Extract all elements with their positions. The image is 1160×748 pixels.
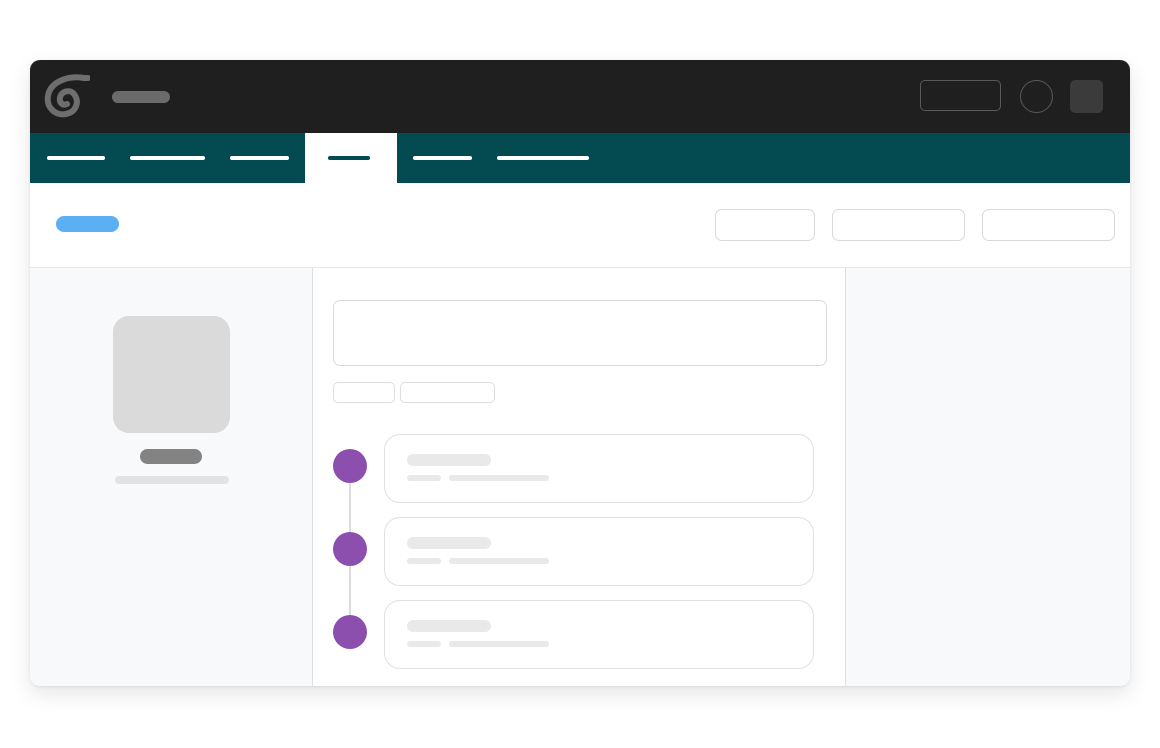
timeline-card-title bbox=[407, 537, 491, 549]
toolbar-button-2[interactable] bbox=[832, 209, 965, 241]
profile-image-placeholder[interactable] bbox=[113, 316, 230, 433]
nav-tab-2[interactable] bbox=[120, 133, 220, 183]
timeline-card[interactable] bbox=[384, 517, 814, 586]
timeline-card-title bbox=[407, 454, 491, 466]
profile-name bbox=[140, 449, 202, 464]
timeline-card[interactable] bbox=[384, 600, 814, 669]
nav-tab-label bbox=[413, 156, 472, 160]
page-toolbar bbox=[30, 183, 1130, 268]
main-nav bbox=[30, 133, 1130, 183]
nav-tab-3[interactable] bbox=[220, 133, 305, 183]
composer-input[interactable] bbox=[333, 300, 827, 366]
nav-tab-4-active[interactable] bbox=[305, 133, 397, 183]
spiral-logo-icon[interactable] bbox=[44, 74, 90, 118]
toolbar-button-3[interactable] bbox=[982, 209, 1115, 241]
nav-tab-label bbox=[47, 156, 105, 160]
header-action-button[interactable] bbox=[920, 80, 1001, 111]
nav-tab-6[interactable] bbox=[481, 133, 601, 183]
profile-subtitle bbox=[115, 476, 229, 484]
nav-tab-label bbox=[497, 156, 589, 160]
app-title bbox=[112, 91, 170, 103]
nav-tab-label bbox=[230, 156, 289, 160]
nav-tab-5[interactable] bbox=[397, 133, 481, 183]
toolbar-button-1[interactable] bbox=[715, 209, 815, 241]
composer-chip-1[interactable] bbox=[333, 382, 395, 403]
timeline-card-meta bbox=[407, 558, 441, 564]
app-window bbox=[30, 60, 1130, 686]
timeline-dot bbox=[333, 449, 367, 483]
nav-tab-1[interactable] bbox=[30, 133, 120, 183]
square-menu-icon[interactable] bbox=[1070, 80, 1103, 113]
right-sidebar bbox=[846, 268, 1130, 686]
user-avatar-icon[interactable] bbox=[1020, 80, 1053, 113]
nav-tab-label bbox=[130, 156, 205, 160]
timeline-card-meta bbox=[407, 641, 441, 647]
composer-chip-2[interactable] bbox=[400, 382, 495, 403]
profile-sidebar bbox=[30, 268, 313, 686]
timeline-card-title bbox=[407, 620, 491, 632]
timeline-card-meta bbox=[407, 475, 441, 481]
activity-feed bbox=[313, 268, 846, 686]
nav-tab-label bbox=[328, 156, 370, 160]
top-header bbox=[30, 60, 1130, 133]
timeline-card-detail bbox=[449, 641, 549, 647]
timeline-card-detail bbox=[449, 558, 549, 564]
timeline-dot bbox=[333, 615, 367, 649]
timeline-dot bbox=[333, 532, 367, 566]
toolbar-link[interactable] bbox=[56, 216, 119, 232]
timeline-card[interactable] bbox=[384, 434, 814, 503]
timeline-card-detail bbox=[449, 475, 549, 481]
